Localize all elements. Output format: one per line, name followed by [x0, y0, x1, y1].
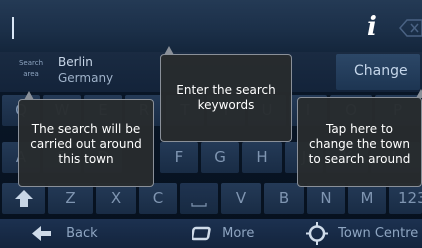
town-centre-button-label: Town Centre [338, 226, 419, 241]
key-f[interactable]: F [160, 142, 198, 173]
town-centre-button[interactable]: Town Centre [305, 221, 422, 246]
shift-arrow-icon [15, 190, 33, 207]
shift-key[interactable] [2, 183, 45, 214]
search-area-tooltip-text: The search will be carried out around th… [30, 122, 142, 166]
key-x[interactable]: X [96, 183, 136, 214]
info-icon: i [367, 12, 377, 42]
keywords-tooltip: Enter the search keywords [160, 46, 292, 142]
key-n[interactable]: N [307, 183, 345, 214]
keywords-tooltip-text: Enter the search keywords [176, 83, 276, 112]
search-area-city: Berlin [58, 55, 93, 69]
more-icon [190, 226, 211, 241]
change-tooltip: Tap here to change the town to search ar… [297, 89, 422, 187]
info-button[interactable]: i [360, 10, 388, 44]
crosshair-icon [306, 222, 328, 245]
key-v[interactable]: V [221, 183, 261, 214]
back-arrow-icon [32, 226, 51, 241]
key-g[interactable]: G [201, 142, 239, 173]
change-tooltip-text: Tap here to change the town to search ar… [308, 122, 411, 166]
backspace-icon [399, 19, 422, 37]
space-icon [191, 203, 207, 207]
key-b[interactable]: B [264, 183, 304, 214]
change-button-label: Change [354, 63, 408, 79]
numeric-key[interactable]: 123 [389, 183, 422, 214]
key-h[interactable]: H [242, 142, 282, 173]
search-input[interactable] [0, 0, 422, 53]
more-button-label: More [222, 226, 255, 241]
text-cursor [12, 17, 14, 39]
backspace-button[interactable] [398, 10, 422, 44]
tooltip-pointer [24, 91, 34, 100]
change-button[interactable]: Change [336, 54, 420, 90]
search-area-label: Search area [18, 59, 44, 78]
more-button[interactable]: More [190, 221, 292, 246]
search-area-country: Germany [58, 71, 114, 85]
search-screen: i Search area Berlin Germany Change Q W … [0, 0, 422, 248]
key-m[interactable]: M [348, 183, 386, 214]
search-area-tooltip: The search will be carried out around th… [18, 91, 154, 187]
back-button-label: Back [66, 226, 98, 241]
key-c[interactable]: C [139, 183, 177, 214]
space-key[interactable] [180, 183, 218, 214]
key-z[interactable]: Z [48, 183, 93, 214]
tooltip-pointer [416, 89, 422, 98]
back-button[interactable]: Back [30, 221, 140, 246]
tooltip-pointer [164, 46, 174, 55]
